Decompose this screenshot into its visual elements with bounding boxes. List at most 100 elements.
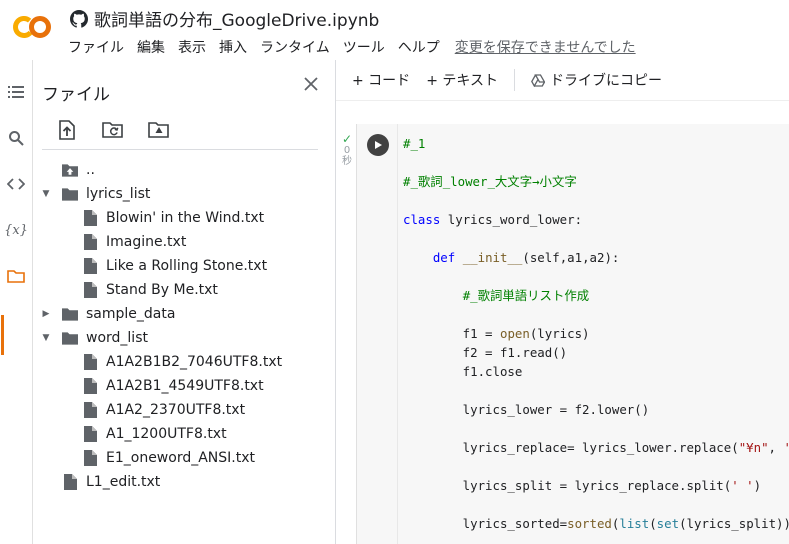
- check-icon: ✓: [341, 132, 353, 146]
- upload-icon[interactable]: [55, 118, 79, 142]
- code-token: #_歌詞単語リスト作成: [462, 288, 590, 303]
- drive-copy-icon: [531, 73, 545, 87]
- add-text-button[interactable]: + テキスト: [426, 70, 498, 90]
- menu-view[interactable]: 表示: [178, 37, 206, 57]
- folder-item[interactable]: ..: [33, 158, 333, 182]
- menu-tools[interactable]: ツール: [343, 37, 385, 57]
- caret-down-icon[interactable]: ▼: [41, 189, 51, 199]
- search-icon[interactable]: [6, 128, 26, 148]
- toolbar-separator: [513, 69, 515, 91]
- tree-item-label: ..: [86, 162, 95, 178]
- code-token: ): [753, 478, 762, 493]
- code-editor[interactable]: #_1 #_歌詞_lower_大文字→小文字 class lyrics_word…: [403, 134, 789, 533]
- code-line: def __init__(self,a1,a2):: [403, 248, 789, 267]
- file-icon: [82, 233, 98, 251]
- file-item[interactable]: E1_oneword_ANSI.txt: [33, 446, 333, 470]
- files-toolbar: [55, 118, 171, 142]
- menu-help[interactable]: ヘルプ: [398, 37, 440, 57]
- run-cell-button[interactable]: [367, 134, 389, 156]
- code-line: #_歌詞単語リスト作成: [403, 286, 789, 305]
- caret-down-icon[interactable]: ▼: [41, 333, 51, 343]
- code-token: def: [432, 250, 456, 265]
- copy-to-drive-label: ドライブにコピー: [549, 73, 662, 89]
- refresh-folder-icon[interactable]: [101, 118, 125, 142]
- code-line: lyrics_replace= lyrics_lower.replace("¥n…: [403, 438, 789, 457]
- code-token: #_1: [403, 136, 426, 151]
- drive-icon[interactable]: [147, 118, 171, 142]
- file-item[interactable]: Like a Rolling Stone.txt: [33, 254, 333, 278]
- menu-runtime[interactable]: ランタイム: [260, 37, 330, 57]
- colab-logo-icon[interactable]: [12, 14, 52, 40]
- menu-bar: ファイル 編集 表示 挿入 ランタイム ツール ヘルプ 変更を保存できませんでし…: [68, 37, 649, 57]
- file-icon: [62, 473, 78, 491]
- file-icon: [82, 377, 98, 395]
- tree-item-label: A1A2_2370UTF8.txt: [106, 402, 246, 418]
- active-rail-indicator: [1, 315, 4, 355]
- code-line: f1.close: [403, 362, 789, 381]
- code-cell[interactable]: #_1 #_歌詞_lower_大文字→小文字 class lyrics_word…: [356, 124, 789, 544]
- list-icon[interactable]: [6, 82, 26, 102]
- file-item[interactable]: L1_edit.txt: [33, 470, 333, 494]
- tree-item-label: Blowin' in the Wind.txt: [106, 210, 265, 226]
- tree-item-label: Stand By Me.txt: [106, 282, 218, 298]
- save-status-link[interactable]: 変更を保存できませんでした: [455, 37, 636, 57]
- add-code-button[interactable]: + コード: [352, 70, 410, 90]
- code-icon[interactable]: [6, 174, 26, 194]
- folder-icon: [62, 305, 78, 323]
- menu-edit[interactable]: 編集: [137, 37, 165, 57]
- notebook-title[interactable]: 歌詞単語の分布_GoogleDrive.ipynb: [94, 6, 379, 31]
- folder-item[interactable]: ▼ word_list: [33, 326, 333, 350]
- file-item[interactable]: Blowin' in the Wind.txt: [33, 206, 333, 230]
- file-icon: [82, 281, 98, 299]
- folder-up-icon: [62, 161, 78, 179]
- menu-file[interactable]: ファイル: [68, 37, 124, 57]
- code-token: ' ': [783, 440, 789, 455]
- code-token: list: [619, 516, 650, 531]
- file-icon: [82, 353, 98, 371]
- files-panel: ファイル .. ▼ lyrics_list Blowin' in the Wind.t…: [33, 60, 336, 544]
- tree-item-label: Imagine.txt: [106, 234, 187, 250]
- file-item[interactable]: A1_1200UTF8.txt: [33, 422, 333, 446]
- variables-icon[interactable]: {x}: [4, 220, 28, 240]
- code-token: lyrics_split = lyrics_replace.split(: [403, 478, 732, 493]
- code-token: lyrics_lower = f2.lower(): [403, 402, 650, 417]
- folder-icon[interactable]: [6, 266, 26, 286]
- tree-item-label: lyrics_list: [86, 186, 151, 202]
- code-token: ,: [768, 440, 784, 455]
- file-item[interactable]: A1A2_2370UTF8.txt: [33, 398, 333, 422]
- code-token: lyrics_word_lower:: [440, 212, 583, 227]
- cell-gutter: [357, 124, 398, 544]
- code-token: __init__: [462, 250, 523, 265]
- files-panel-title: ファイル: [42, 85, 110, 105]
- code-token: (lyrics_split))): [679, 516, 789, 531]
- code-line: #_歌詞_lower_大文字→小文字: [403, 172, 789, 191]
- copy-to-drive-button[interactable]: ドライブにコピー: [531, 70, 662, 90]
- caret-right-icon[interactable]: ▶: [41, 309, 51, 319]
- file-item[interactable]: A1A2B1B2_7046UTF8.txt: [33, 350, 333, 374]
- code-token: set: [656, 516, 680, 531]
- menu-insert[interactable]: 挿入: [219, 37, 247, 57]
- folder-item[interactable]: ▼ lyrics_list: [33, 182, 333, 206]
- tree-item-label: Like a Rolling Stone.txt: [106, 258, 268, 274]
- left-rail: {x}: [0, 60, 33, 544]
- code-line: #_1: [403, 134, 789, 153]
- notebook-area: + コード + テキスト ドライブにコピー ✓ 0 秒 #_1 #_歌詞_low…: [336, 60, 789, 544]
- tree-item-label: A1_1200UTF8.txt: [106, 426, 227, 442]
- code-token: f1.close: [403, 364, 523, 379]
- file-item[interactable]: Imagine.txt: [33, 230, 333, 254]
- code-token: (lyrics): [529, 326, 590, 341]
- file-icon: [82, 209, 98, 227]
- code-token: (self,a1,a2):: [522, 250, 620, 265]
- code-token: ' ': [731, 478, 754, 493]
- file-item[interactable]: Stand By Me.txt: [33, 278, 333, 302]
- file-item[interactable]: A1A2B1_4549UTF8.txt: [33, 374, 333, 398]
- close-icon[interactable]: [301, 76, 321, 96]
- folder-item[interactable]: ▶ sample_data: [33, 302, 333, 326]
- code-token: open: [499, 326, 530, 341]
